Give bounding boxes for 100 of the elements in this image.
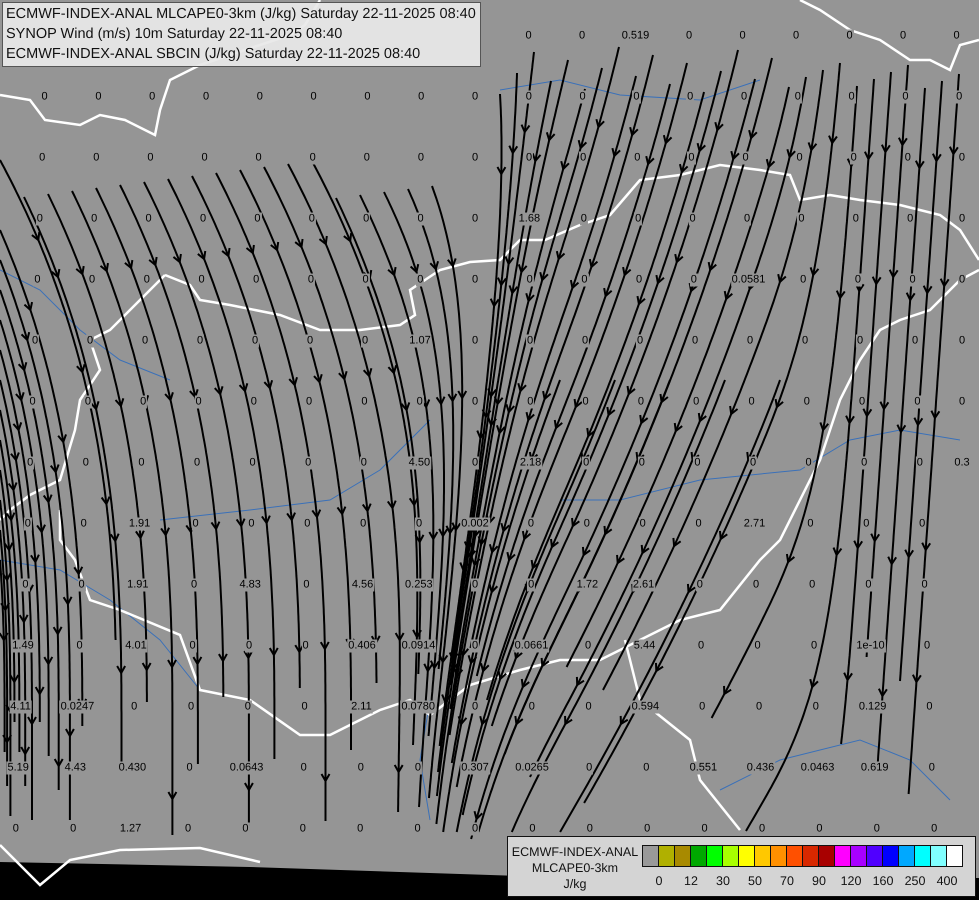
scale-label: 50 bbox=[748, 874, 762, 888]
value-label: 0 bbox=[86, 334, 94, 348]
value-label: 0 bbox=[470, 456, 480, 470]
value-label: 4.01 bbox=[124, 640, 148, 652]
map-title: ECMWF-INDEX-ANAL MLCAPE0-3km (J/kg) Saturday 22-11-2025 08:40 bbox=[6, 5, 476, 23]
value-label: 0 bbox=[33, 274, 42, 286]
value-label: 0 bbox=[741, 152, 750, 164]
value-label: 0 bbox=[191, 518, 200, 530]
value-label: 0 bbox=[470, 700, 480, 714]
value-label: 0 bbox=[908, 274, 917, 286]
map-title: ECMWF-INDEX-ANAL SBCIN (J/kg) Saturday 22-11-2025 08:40 bbox=[6, 45, 422, 63]
value-label: 0.0643 bbox=[228, 762, 264, 774]
value-label: 0 bbox=[301, 640, 310, 652]
value-label: 2.18 bbox=[518, 456, 542, 470]
value-label: 4.43 bbox=[64, 762, 87, 774]
value-label: 0.0780 bbox=[400, 700, 436, 714]
value-label: 0 bbox=[858, 396, 866, 408]
value-label: 0.0265 bbox=[514, 762, 550, 774]
value-label: 2.61 bbox=[632, 578, 656, 592]
value-label: 0 bbox=[416, 274, 424, 286]
value-label: 0 bbox=[308, 152, 317, 164]
value-label: 0 bbox=[580, 274, 588, 286]
value-label: 0 bbox=[416, 396, 424, 408]
value-label: 0 bbox=[250, 334, 260, 348]
value-label: 0 bbox=[360, 456, 368, 470]
scale-label: 400 bbox=[936, 874, 958, 888]
value-label: 0 bbox=[188, 640, 197, 652]
value-label: 0 bbox=[470, 822, 480, 836]
value-label: 0 bbox=[901, 90, 910, 104]
scale-label: 70 bbox=[780, 874, 794, 888]
value-label: 0 bbox=[748, 456, 758, 470]
value-label: 0 bbox=[696, 578, 704, 592]
scale-label: 0 bbox=[656, 874, 662, 888]
value-label: 0 bbox=[848, 90, 856, 104]
value-label: 0 bbox=[306, 274, 315, 286]
value-label: 0 bbox=[524, 90, 533, 104]
value-label: 0 bbox=[414, 762, 422, 774]
value-label: 1e-10 bbox=[855, 640, 886, 652]
value-label: 0.002 bbox=[460, 518, 490, 530]
scale-label: 30 bbox=[716, 874, 730, 888]
value-label: 4.83 bbox=[238, 578, 262, 592]
value-label: 0 bbox=[470, 640, 480, 652]
legend-subtitle: MLCAPE0-3km bbox=[532, 861, 618, 876]
value-label: 0.436 bbox=[746, 762, 776, 774]
value-label: 0.406 bbox=[347, 640, 377, 652]
value-label: 0 bbox=[306, 334, 314, 348]
value-label: 0 bbox=[580, 212, 588, 226]
scale-label: 120 bbox=[840, 874, 862, 888]
value-label: 4.11 bbox=[9, 700, 32, 714]
value-label: 0 bbox=[36, 212, 44, 226]
value-label: 0 bbox=[244, 700, 252, 714]
value-label: 0 bbox=[690, 274, 698, 286]
value-label: 0.253 bbox=[404, 578, 434, 592]
value-label: 0 bbox=[527, 578, 536, 592]
value-label: 0 bbox=[190, 578, 198, 592]
value-label: 0 bbox=[362, 274, 370, 286]
value-label: 0 bbox=[244, 640, 254, 652]
value-label: 0 bbox=[916, 456, 924, 470]
value-label: 0 bbox=[84, 396, 92, 408]
value-label: 0 bbox=[582, 456, 590, 470]
value-label: 0 bbox=[415, 518, 424, 530]
value-label: 1.72 bbox=[576, 578, 600, 592]
value-label: 0 bbox=[580, 334, 590, 348]
value-label: 2.11 bbox=[350, 700, 373, 714]
value-label: 0 bbox=[742, 212, 752, 226]
value-label: 0 bbox=[636, 334, 644, 348]
value-label: 0 bbox=[864, 578, 872, 592]
value-label: 0.129 bbox=[858, 700, 888, 714]
value-label: 0 bbox=[526, 518, 535, 530]
value-label: 0 bbox=[740, 90, 748, 104]
scale-label: 250 bbox=[904, 874, 926, 888]
value-label: 4.50 bbox=[408, 456, 432, 470]
value-label: 0 bbox=[920, 578, 929, 592]
value-label: 0 bbox=[139, 396, 148, 408]
value-label: 0.0247 bbox=[60, 700, 96, 714]
value-label: 0 bbox=[579, 152, 588, 164]
value-label: 0.0581 bbox=[730, 274, 766, 286]
value-label: 1.07 bbox=[408, 334, 432, 348]
value-label: 1.49 bbox=[11, 640, 35, 652]
value-label: 0 bbox=[470, 578, 480, 592]
value-label: 0 bbox=[854, 274, 862, 286]
value-label: 0 bbox=[856, 334, 864, 348]
legend-unit: J/kg bbox=[564, 877, 586, 892]
value-label: 0 bbox=[194, 396, 203, 408]
value-label: 0 bbox=[78, 578, 86, 592]
value-label: 0.430 bbox=[118, 762, 148, 774]
value-label: 0 bbox=[585, 762, 594, 774]
value-label: 0 bbox=[250, 396, 258, 408]
scale-label: 160 bbox=[872, 874, 894, 888]
value-label: 0 bbox=[21, 578, 30, 592]
value-label: 0 bbox=[634, 212, 642, 226]
value-label: 0 bbox=[75, 640, 84, 652]
value-label: 0 bbox=[526, 334, 534, 348]
value-label: 0 bbox=[687, 152, 696, 164]
value-label: 0 bbox=[850, 152, 858, 164]
legend-title: ECMWF-INDEX-ANAL bbox=[512, 845, 638, 860]
value-label: 0 bbox=[28, 396, 37, 408]
scale-label: 12 bbox=[684, 874, 698, 888]
value-label: 0.0661 bbox=[514, 640, 550, 652]
value-label: 0 bbox=[304, 456, 312, 470]
